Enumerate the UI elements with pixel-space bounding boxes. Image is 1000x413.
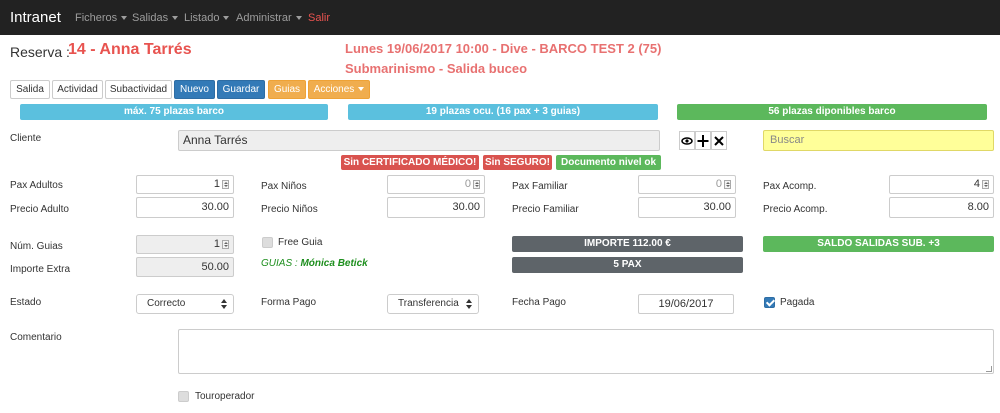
comentario-textarea[interactable] bbox=[178, 329, 994, 374]
chevron-down-icon bbox=[172, 16, 179, 21]
precio-ninos-label: Precio Niños bbox=[261, 204, 318, 215]
pax-familiar-input[interactable]: 0 bbox=[638, 175, 736, 194]
nav-administrar[interactable]: Administrar bbox=[236, 12, 302, 24]
subactividad-button[interactable]: Subactividad bbox=[105, 80, 172, 99]
importe-extra-label: Importe Extra bbox=[10, 264, 71, 275]
guias-button[interactable]: Guias bbox=[268, 80, 306, 99]
nav-listado[interactable]: Listado bbox=[184, 12, 230, 24]
view-client-button[interactable] bbox=[679, 131, 695, 150]
nuevo-button[interactable]: Nuevo bbox=[174, 80, 215, 99]
precio-acomp-label: Precio Acomp. bbox=[763, 204, 828, 215]
touroperador-checkbox[interactable] bbox=[178, 391, 189, 402]
nav-salidas[interactable]: Salidas bbox=[132, 12, 179, 24]
forma-pago-label: Forma Pago bbox=[261, 297, 317, 308]
salida-button[interactable]: Salida bbox=[10, 80, 50, 99]
badge-sin-seguro: Sin SEGURO! bbox=[483, 155, 552, 170]
chevron-down-icon bbox=[295, 16, 302, 21]
spinner-icon[interactable] bbox=[222, 239, 229, 249]
pax-ninos-input[interactable]: 0 bbox=[387, 175, 485, 194]
pax-acomp-input[interactable]: 4 bbox=[889, 175, 994, 194]
precio-acomp-input[interactable]: 8.00 bbox=[889, 197, 994, 218]
reserva-title: 14 - Anna Tarrés bbox=[68, 41, 192, 58]
fecha-pago-input[interactable]: 19/06/2017 bbox=[638, 294, 734, 314]
cliente-field[interactable]: Anna Tarrés bbox=[178, 130, 660, 151]
free-guia-checkbox[interactable] bbox=[262, 237, 273, 248]
nav-ficheros[interactable]: Ficheros bbox=[75, 12, 128, 24]
fecha-pago-label: Fecha Pago bbox=[512, 297, 566, 308]
chevron-down-icon bbox=[121, 16, 128, 21]
select-arrows-icon bbox=[466, 299, 472, 309]
chevron-down-icon bbox=[358, 87, 365, 92]
nav-salir[interactable]: Salir bbox=[308, 12, 330, 24]
num-guias-input[interactable]: 1 bbox=[136, 235, 234, 254]
free-guia-label: Free Guia bbox=[278, 237, 323, 248]
add-client-button[interactable] bbox=[695, 131, 711, 150]
capacity-occupied-bar: 19 plazas ocu. (16 pax + 3 guias) bbox=[348, 104, 658, 120]
pax-familiar-label: Pax Familiar bbox=[512, 181, 568, 192]
event-subtitle: Submarinismo - Salida buceo bbox=[345, 61, 528, 76]
touroperador-label: Touroperador bbox=[195, 391, 255, 402]
estado-select[interactable]: Correcto bbox=[136, 294, 234, 314]
capacity-available-bar: 56 plazas diponibles barco bbox=[677, 104, 987, 120]
importe-total-bar: IMPORTE 112.00 € bbox=[512, 236, 743, 252]
precio-familiar-input[interactable]: 30.00 bbox=[638, 197, 736, 218]
guias-assigned: GUIAS : Mónica Betick bbox=[261, 258, 368, 269]
spinner-icon[interactable] bbox=[982, 179, 989, 189]
precio-ninos-input[interactable]: 30.00 bbox=[387, 197, 485, 218]
reserva-label: Reserva : bbox=[10, 44, 70, 60]
pax-total-bar: 5 PAX bbox=[512, 257, 743, 273]
precio-adulto-input[interactable]: 30.00 bbox=[136, 197, 234, 218]
actividad-button[interactable]: Actividad bbox=[52, 80, 103, 99]
forma-pago-select[interactable]: Transferencia bbox=[387, 294, 479, 314]
plus-icon bbox=[697, 135, 709, 147]
spinner-icon[interactable] bbox=[222, 179, 229, 189]
importe-extra-input[interactable]: 50.00 bbox=[136, 257, 234, 277]
spinner-icon[interactable] bbox=[473, 179, 480, 189]
close-icon bbox=[714, 136, 724, 146]
top-navbar: Intranet Ficheros Salidas Listado Admini… bbox=[0, 0, 1000, 35]
num-guias-label: Núm. Guias bbox=[10, 241, 63, 252]
chevron-down-icon bbox=[223, 16, 230, 21]
badge-sin-certificado: Sin CERTIFICADO MÉDICO! bbox=[341, 155, 479, 170]
estado-label: Estado bbox=[10, 297, 42, 308]
pagada-label: Pagada bbox=[780, 297, 815, 308]
pax-ninos-label: Pax Niños bbox=[261, 181, 307, 192]
saldo-salidas-bar: SALDO SALIDAS SUB. +3 bbox=[763, 236, 994, 252]
pax-acomp-label: Pax Acomp. bbox=[763, 181, 817, 192]
cliente-label: Cliente bbox=[10, 133, 42, 144]
pagada-checkbox[interactable] bbox=[764, 297, 775, 308]
badge-documento-ok: Documento nivel ok bbox=[556, 155, 661, 170]
spinner-icon[interactable] bbox=[724, 179, 731, 189]
pax-adultos-label: Pax Adultos bbox=[10, 180, 63, 191]
remove-client-button[interactable] bbox=[711, 131, 727, 150]
resize-grip-icon[interactable] bbox=[986, 366, 992, 372]
pax-adultos-input[interactable]: 1 bbox=[136, 175, 234, 194]
capacity-max-bar: máx. 75 plazas barco bbox=[20, 104, 328, 120]
acciones-dropdown[interactable]: Acciones bbox=[308, 80, 370, 99]
event-title: Lunes 19/06/2017 10:00 - Dive - BARCO TE… bbox=[345, 41, 662, 56]
comentario-label: Comentario bbox=[10, 332, 62, 343]
eye-icon bbox=[681, 137, 693, 145]
guardar-button[interactable]: Guardar bbox=[217, 80, 265, 99]
brand-link[interactable]: Intranet bbox=[10, 9, 61, 26]
precio-familiar-label: Precio Familiar bbox=[512, 204, 579, 215]
search-input[interactable]: Buscar bbox=[763, 130, 994, 151]
select-arrows-icon bbox=[221, 299, 227, 309]
precio-adulto-label: Precio Adulto bbox=[10, 204, 69, 215]
